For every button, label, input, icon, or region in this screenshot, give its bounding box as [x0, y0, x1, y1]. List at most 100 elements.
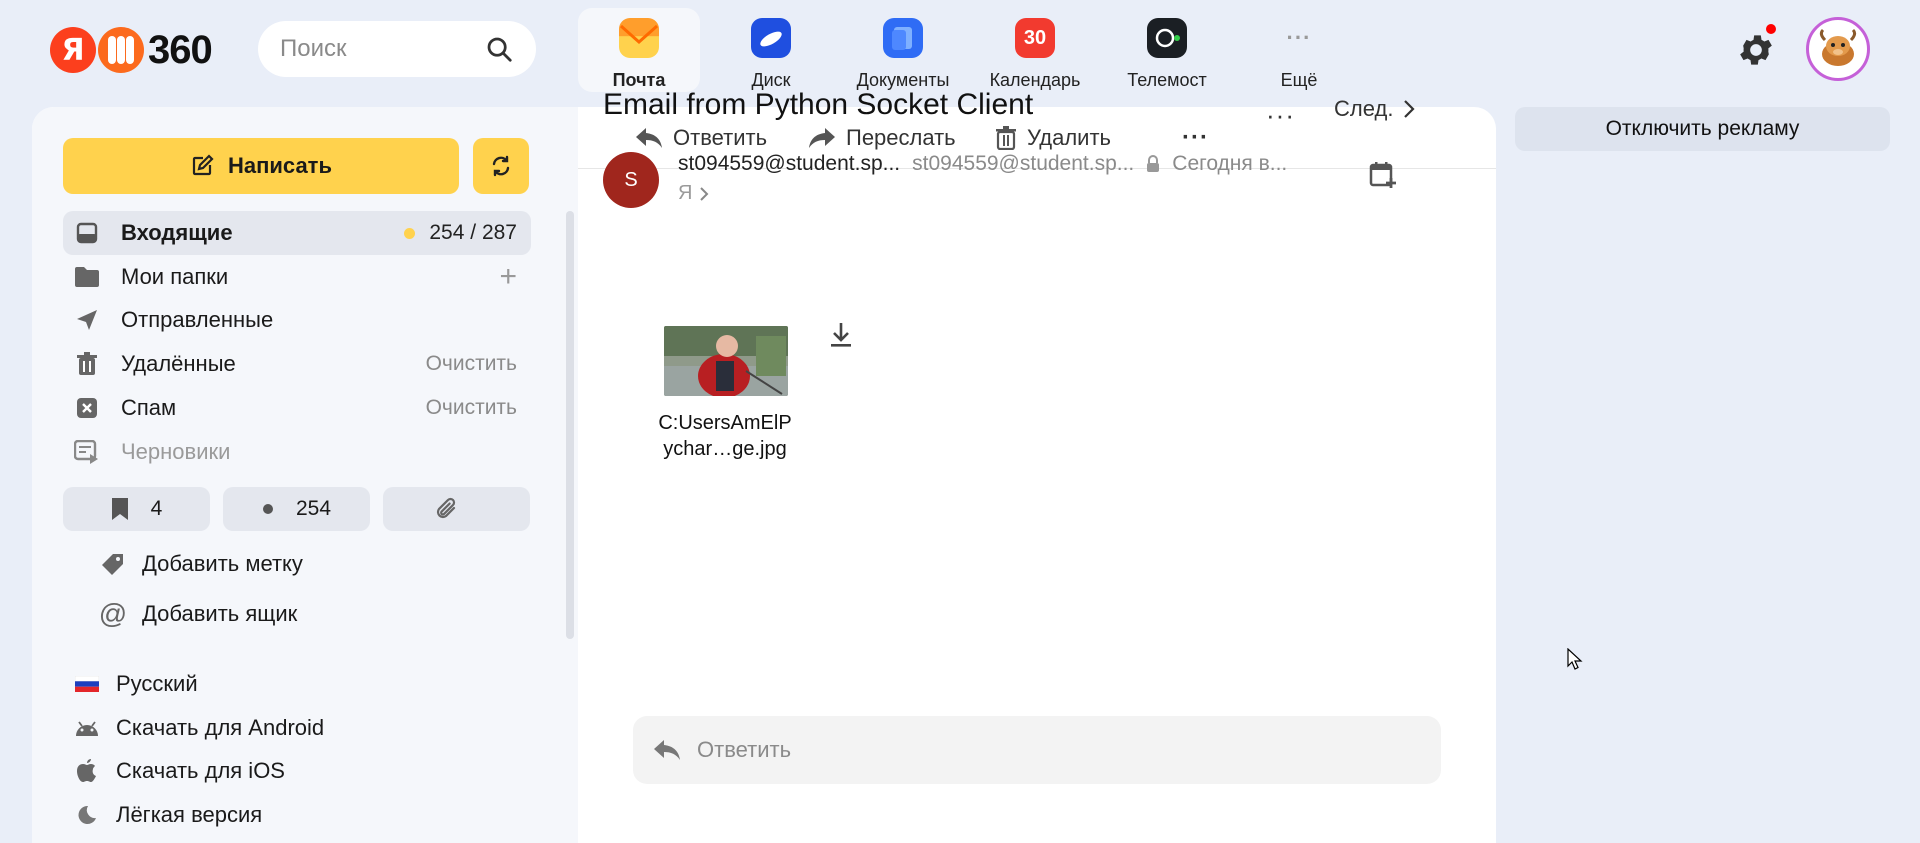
- attachments-filter[interactable]: [383, 487, 530, 531]
- folder-label: Мои папки: [121, 264, 229, 289]
- bookmark-icon: [111, 498, 128, 520]
- folder-deleted[interactable]: Удалённые Очистить: [63, 342, 531, 386]
- attachment-photo: [664, 326, 788, 396]
- add-label-link[interactable]: Добавить метку: [98, 544, 303, 584]
- services-nav: Почта Диск Документы 30 Календарь Телемо…: [578, 8, 1370, 92]
- user-avatar[interactable]: [1806, 17, 1870, 81]
- attachment-filename[interactable]: C:UsersAmElP ychar…ge.jpg: [630, 410, 820, 462]
- trash-icon: [996, 126, 1016, 150]
- next-message-button[interactable]: След.: [1334, 96, 1415, 122]
- search-input[interactable]: Поиск: [258, 21, 536, 77]
- reply-icon: [654, 740, 680, 760]
- quick-reply-input[interactable]: Ответить: [633, 716, 1441, 784]
- delete-button[interactable]: Удалить: [995, 121, 1111, 155]
- unread-count: 254: [295, 497, 332, 520]
- refresh-button[interactable]: [473, 138, 529, 194]
- delete-label: Удалить: [1027, 125, 1111, 150]
- documents-icon: [883, 18, 923, 58]
- add-folder-icon[interactable]: +: [499, 260, 517, 294]
- forward-button[interactable]: Переслать: [808, 121, 956, 155]
- mouse-cursor-icon: [1567, 648, 1583, 670]
- folder-my-folders[interactable]: Мои папки +: [63, 255, 531, 299]
- unread-dot: [404, 227, 416, 239]
- next-label: След.: [1334, 96, 1394, 121]
- sender-email[interactable]: st094559@student.sp...: [912, 152, 1134, 176]
- service-calendar[interactable]: 30 Календарь: [974, 8, 1096, 92]
- sender-name[interactable]: st094559@student.sp...: [678, 152, 900, 176]
- sender-info: st094559@student.sp... st094559@student.…: [678, 152, 1287, 176]
- recipient-toggle[interactable]: Я: [678, 182, 709, 205]
- paperclip-icon: [436, 497, 455, 519]
- folder-label: Входящие: [121, 220, 233, 245]
- compose-icon: [192, 154, 214, 176]
- message-subject: Email from Python Socket Client: [603, 88, 1034, 121]
- sender-avatar[interactable]: S: [603, 152, 659, 208]
- mail-icon: [619, 18, 659, 58]
- attachment-filename-line2: ychar…ge.jpg: [663, 438, 787, 460]
- attachment-thumbnail[interactable]: [664, 326, 788, 396]
- quick-filters: 4 254: [63, 487, 543, 531]
- unread-filter[interactable]: 254: [223, 487, 370, 531]
- folder-sent[interactable]: Отправленные: [63, 298, 531, 342]
- toolbar-more-button[interactable]: ···: [1182, 121, 1209, 155]
- notification-dot: [1764, 22, 1778, 36]
- yandex-360-logo[interactable]: Я 360: [50, 27, 213, 73]
- settings-gear-icon[interactable]: [1736, 30, 1776, 70]
- bookmarks-filter[interactable]: 4: [63, 487, 210, 531]
- drafts-icon: [73, 438, 101, 466]
- sidebar-scrollbar[interactable]: [566, 211, 574, 639]
- folder-drafts[interactable]: Черновики: [63, 430, 531, 474]
- service-mail[interactable]: Почта: [578, 8, 700, 92]
- chevron-right-icon: [700, 186, 709, 201]
- folder-spam[interactable]: Спам Очистить: [63, 386, 531, 430]
- inbox-icon: [73, 219, 101, 247]
- sidebar: Написать Входящие 254 / 287 Мои папки + …: [32, 107, 578, 843]
- calendar-icon: 30: [1015, 18, 1055, 58]
- service-label: Ещё: [1280, 70, 1318, 90]
- ios-label: Скачать для iOS: [116, 758, 285, 783]
- calendar-add-icon[interactable]: [1368, 160, 1398, 190]
- lite-version-link[interactable]: Лёгкая версия: [72, 796, 262, 834]
- download-android-link[interactable]: Скачать для Android: [72, 709, 324, 747]
- chevron-right-icon: [1404, 100, 1415, 118]
- recipient-label: Я: [678, 182, 693, 204]
- language-selector[interactable]: Русский: [72, 665, 198, 703]
- folder-label: Черновики: [121, 439, 231, 464]
- disk-icon: [751, 18, 791, 58]
- lock-icon: [1147, 155, 1160, 172]
- service-telemost[interactable]: Телемост: [1106, 8, 1228, 92]
- add-mailbox-text: Добавить ящик: [142, 601, 298, 626]
- calendar-badge: 30: [1023, 26, 1047, 49]
- trash-icon: [73, 350, 101, 378]
- service-disk[interactable]: Диск: [710, 8, 832, 92]
- folder-inbox[interactable]: Входящие 254 / 287: [63, 211, 531, 255]
- folder-icon: [73, 263, 101, 291]
- android-icon: [72, 719, 102, 737]
- folder-label: Спам: [121, 395, 177, 420]
- lite-version-label: Лёгкая версия: [116, 802, 263, 827]
- search-icon[interactable]: [484, 34, 514, 64]
- download-icon[interactable]: [826, 320, 856, 350]
- sent-time: Сегодня в...: [1172, 152, 1288, 175]
- folder-label: Удалённые: [121, 351, 236, 376]
- add-mailbox-link[interactable]: @ Добавить ящик: [98, 594, 298, 634]
- reply-button[interactable]: Ответить: [635, 121, 767, 155]
- logo-ya: Я: [50, 27, 96, 73]
- message-more-button[interactable]: ···: [1266, 100, 1295, 131]
- send-icon: [73, 306, 101, 334]
- bookmarks-count: 4: [150, 497, 163, 520]
- inbox-total-count: 287: [481, 221, 517, 244]
- compose-button[interactable]: Написать: [63, 138, 459, 194]
- clear-spam-button[interactable]: Очистить: [426, 396, 517, 420]
- disable-ads-button[interactable]: Отключить рекламу: [1515, 107, 1890, 151]
- inbox-unread-count: 254: [429, 221, 465, 244]
- service-more[interactable]: ··· Ещё: [1238, 8, 1360, 92]
- reply-label: Ответить: [673, 125, 768, 150]
- download-ios-link[interactable]: Скачать для iOS: [72, 752, 285, 790]
- search-placeholder: Поиск: [280, 35, 347, 62]
- service-documents[interactable]: Документы: [842, 8, 964, 92]
- inbox-counter: 254 / 287: [404, 221, 517, 245]
- clear-deleted-button[interactable]: Очистить: [426, 352, 517, 376]
- quick-reply-placeholder: Ответить: [697, 737, 792, 762]
- add-label-text: Добавить метку: [142, 551, 303, 576]
